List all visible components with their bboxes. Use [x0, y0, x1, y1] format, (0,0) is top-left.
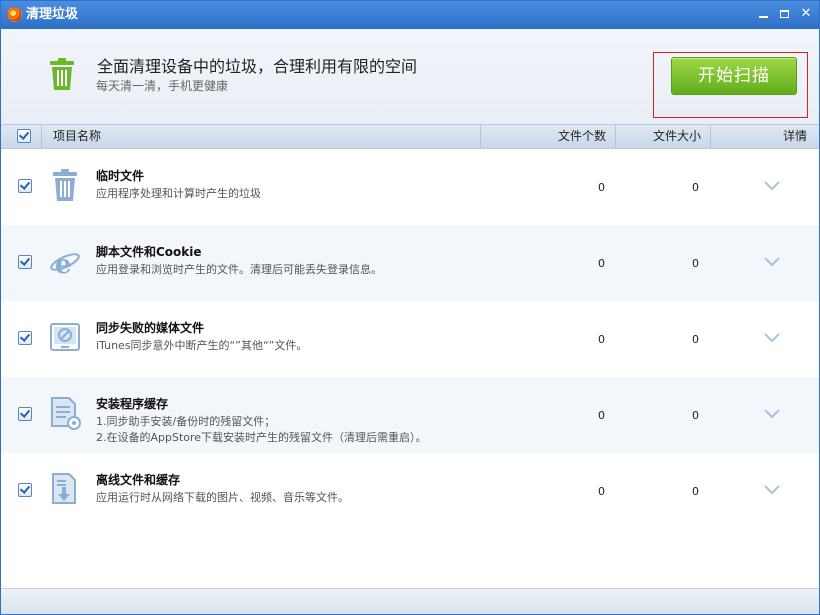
header-subtitle: 每天清一清，手机更健康 — [96, 79, 229, 93]
item-file-count: 0 — [598, 257, 605, 270]
item-description: iTunes同步意外中断产生的“”其他“”文件。 — [96, 339, 308, 352]
item-file-size: 0 — [692, 409, 699, 422]
item-title: 脚本文件和Cookie — [96, 245, 202, 259]
media-screen-icon — [50, 323, 80, 351]
table-header: 项目名称 文件个数 文件大小 详情 — [1, 124, 819, 149]
chevron-down-icon[interactable] — [763, 408, 781, 420]
item-file-count: 0 — [598, 409, 605, 422]
column-divider — [41, 125, 42, 148]
app-logo-icon — [7, 7, 22, 22]
maximize-button[interactable] — [774, 5, 794, 23]
header-panel: 全面清理设备中的垃圾，合理利用有限的空间 每天清一清，手机更健康 开始扫描 — [1, 29, 819, 124]
installer-doc-icon — [51, 397, 81, 430]
app-window: 清理垃圾 ✕ 全面清理设备中的垃圾，合理利用有限的空间 每天清一清，手机更健康 … — [0, 0, 820, 615]
select-all-checkbox[interactable] — [17, 129, 31, 143]
minimize-button[interactable] — [753, 5, 773, 23]
item-file-size: 0 — [692, 181, 699, 194]
item-title: 临时文件 — [96, 169, 145, 183]
item-title: 离线文件和缓存 — [96, 473, 181, 487]
ie-browser-icon: e — [50, 250, 80, 278]
item-file-count: 0 — [598, 333, 605, 346]
item-checkbox[interactable] — [18, 483, 32, 497]
column-divider — [710, 125, 711, 148]
header-title: 全面清理设备中的垃圾，合理利用有限的空间 — [97, 57, 418, 76]
item-checkbox[interactable] — [18, 331, 32, 345]
item-title: 安装程序缓存 — [96, 397, 169, 411]
item-checkbox[interactable] — [18, 407, 32, 421]
checkmark-icon — [19, 179, 31, 190]
item-file-count: 0 — [598, 485, 605, 498]
column-divider — [480, 125, 481, 148]
item-description: 1.同步助手安装/备份时的残留文件； 2.在设备的AppStore下载安装时产生… — [96, 415, 427, 444]
item-file-size: 0 — [692, 485, 699, 498]
trash-icon — [50, 58, 74, 90]
chevron-down-icon[interactable] — [763, 332, 781, 344]
list-item-installer-cache[interactable]: 安装程序缓存 1.同步助手安装/备份时的残留文件； 2.在设备的AppStore… — [1, 377, 819, 453]
trash-icon — [53, 169, 77, 201]
list-item-temp-files[interactable]: 临时文件 应用程序处理和计算时产生的垃圾 0 0 — [1, 149, 819, 225]
column-name[interactable]: 项目名称 — [53, 129, 101, 144]
item-file-size: 0 — [692, 333, 699, 346]
checkmark-icon — [19, 331, 31, 342]
maximize-icon — [779, 10, 789, 18]
column-divider — [615, 125, 616, 148]
chevron-down-icon[interactable] — [763, 180, 781, 192]
download-doc-icon — [52, 473, 76, 504]
item-file-count: 0 — [598, 181, 605, 194]
svg-text:e: e — [55, 250, 72, 278]
checkmark-icon — [18, 129, 30, 140]
minimize-icon — [758, 16, 768, 18]
chevron-down-icon[interactable] — [763, 256, 781, 268]
list-item-scripts-cookies[interactable]: e 脚本文件和Cookie 应用登录和浏览时产生的文件。清理后可能丢失登录信息。… — [1, 225, 819, 301]
list-item-failed-media[interactable]: 同步失败的媒体文件 iTunes同步意外中断产生的“”其他“”文件。 0 0 — [1, 301, 819, 377]
checkmark-icon — [19, 483, 31, 494]
chevron-down-icon[interactable] — [763, 484, 781, 496]
item-file-size: 0 — [692, 257, 699, 270]
list-item-offline-cache[interactable]: 离线文件和缓存 应用运行时从网络下载的图片、视频、音乐等文件。 0 0 — [1, 453, 819, 529]
close-button[interactable]: ✕ — [796, 5, 816, 23]
status-bar — [1, 588, 819, 614]
window-title: 清理垃圾 — [26, 7, 79, 22]
item-description: 应用运行时从网络下载的图片、视频、音乐等文件。 — [96, 491, 349, 504]
checkmark-icon — [19, 407, 31, 418]
item-checkbox[interactable] — [18, 255, 32, 269]
column-count[interactable]: 文件个数 — [558, 129, 606, 144]
title-bar: 清理垃圾 ✕ — [1, 1, 819, 29]
start-scan-button[interactable]: 开始扫描 — [671, 57, 797, 95]
column-size[interactable]: 文件大小 — [653, 129, 701, 144]
column-details: 详情 — [783, 129, 808, 143]
item-description: 应用登录和浏览时产生的文件。清理后可能丢失登录信息。 — [96, 263, 382, 276]
checkmark-icon — [19, 255, 31, 266]
item-description: 应用程序处理和计算时产生的垃圾 — [96, 187, 261, 200]
item-checkbox[interactable] — [18, 179, 32, 193]
close-icon: ✕ — [800, 6, 812, 21]
item-title: 同步失败的媒体文件 — [96, 321, 205, 335]
